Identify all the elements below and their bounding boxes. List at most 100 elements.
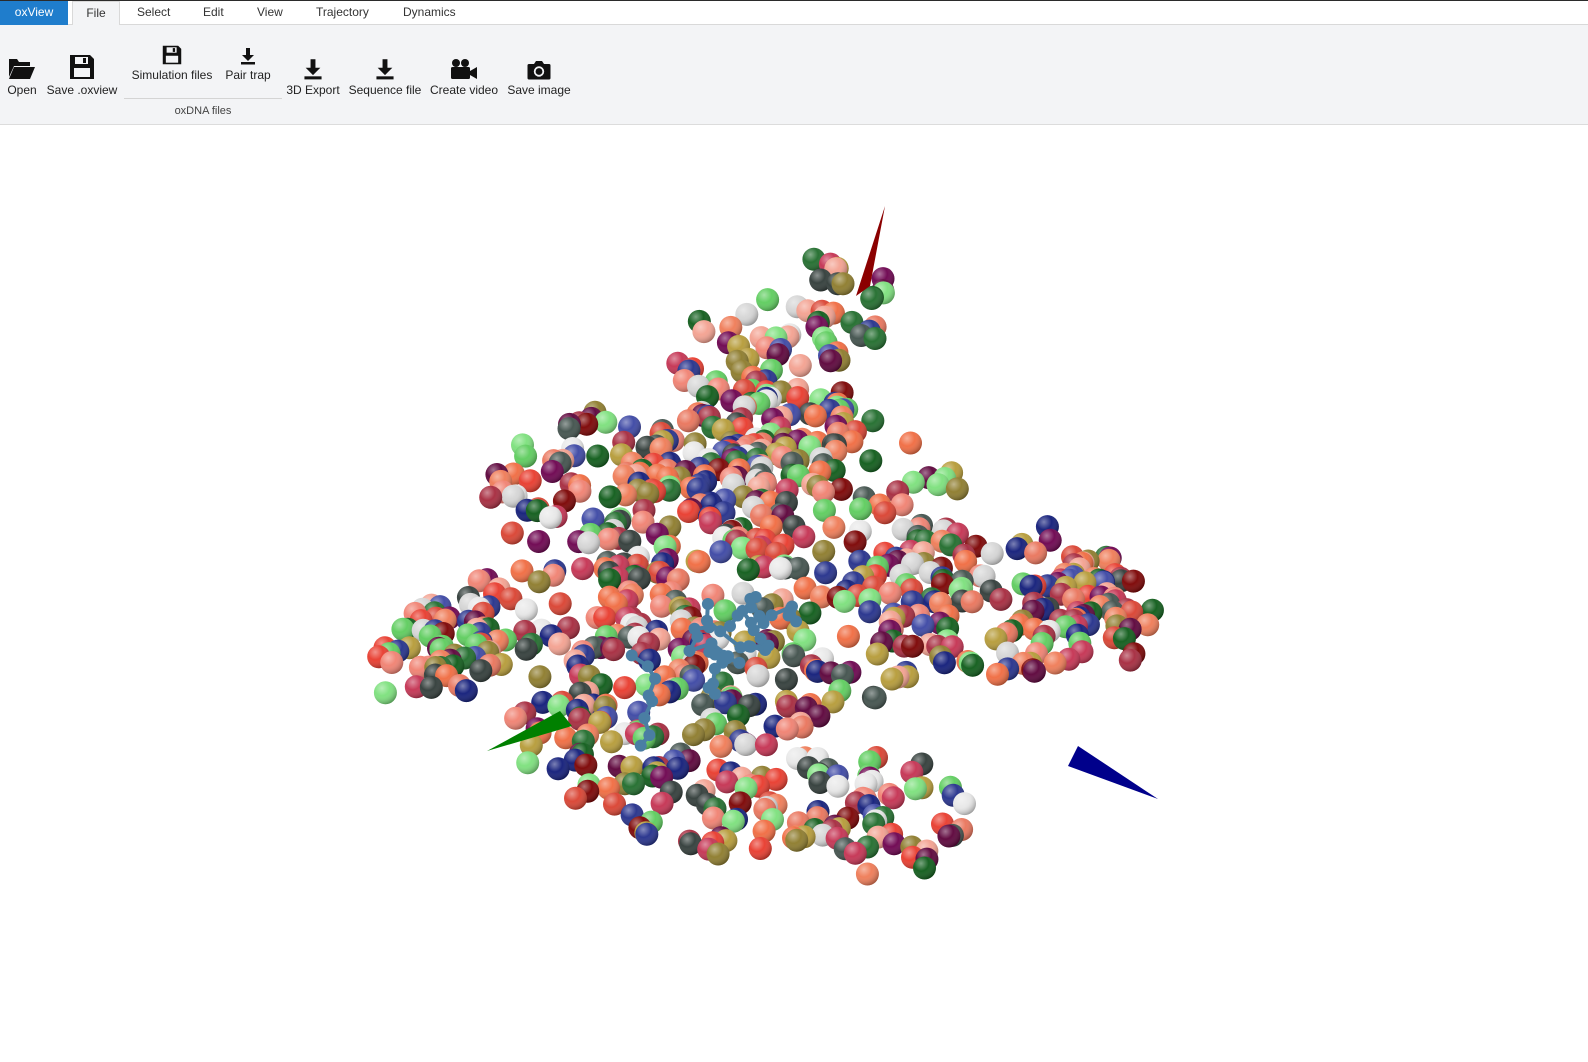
- nucleotide-bead: [769, 557, 792, 580]
- nucleotide-bead: [380, 651, 404, 674]
- 3d-export-button[interactable]: 3D Export: [286, 52, 340, 97]
- nucleotide-bead: [516, 751, 540, 775]
- backbone-node: [757, 617, 770, 630]
- nucleotide-bead: [574, 753, 598, 777]
- open-label: Open: [7, 83, 37, 97]
- create-video-button[interactable]: Create video: [430, 52, 498, 97]
- nucleotide-beads: [367, 247, 1164, 886]
- nucleotide-bead: [822, 515, 846, 539]
- backbone-node: [733, 656, 746, 669]
- nucleotide-bead: [1022, 659, 1046, 683]
- nucleotide-bead: [774, 668, 798, 691]
- nucleotide-bead: [989, 587, 1013, 611]
- nucleotide-bead: [734, 733, 758, 756]
- nucleotide-bead: [831, 272, 855, 296]
- nucleotide-bead: [863, 686, 887, 710]
- download-icon: [241, 43, 255, 65]
- backbone-node: [708, 662, 721, 675]
- nucleotide-bead: [539, 506, 563, 529]
- backbone-node: [724, 620, 736, 633]
- nucleotide-bead: [913, 856, 936, 880]
- download-icon: [376, 52, 394, 80]
- nucleotide-bead: [932, 651, 956, 675]
- nucleotide-bead: [858, 600, 882, 624]
- nucleotide-bead: [754, 733, 778, 757]
- save-image-button[interactable]: Save image: [506, 52, 572, 97]
- nucleotide-bead: [1121, 569, 1145, 593]
- nucleotide-bead: [701, 806, 725, 830]
- nucleotide-bead: [785, 828, 809, 852]
- nucleotide-bead: [937, 824, 961, 848]
- nucleotide-bead: [826, 774, 850, 798]
- nucleotide-bead: [859, 449, 883, 473]
- backbone-node: [649, 672, 662, 685]
- tab-view[interactable]: View: [257, 1, 283, 25]
- backbone-node: [691, 630, 704, 643]
- nucleotide-bead: [706, 842, 730, 866]
- nucleotide-bead: [878, 581, 902, 605]
- nucleotide-bead: [548, 592, 572, 616]
- app-brand-tab[interactable]: oxView: [0, 1, 68, 25]
- nucleotide-bead: [709, 540, 733, 564]
- group-divider: [124, 98, 282, 99]
- nucleotide-bead: [571, 557, 595, 581]
- nucleotide-bead: [479, 485, 503, 509]
- open-button[interactable]: Open: [6, 52, 38, 97]
- nucleotide-bead: [880, 667, 904, 691]
- nucleotide-bead: [865, 642, 889, 666]
- nucleotide-bead: [540, 460, 564, 483]
- backbone-node: [703, 621, 716, 634]
- nucleotide-bead: [756, 288, 780, 312]
- tab-dynamics[interactable]: Dynamics: [403, 1, 456, 25]
- simulation-files-button[interactable]: Simulation files: [131, 43, 213, 82]
- nucleotide-bead: [613, 676, 637, 700]
- nucleotide-bead: [527, 530, 551, 553]
- nucleotide-bead: [849, 497, 872, 521]
- nucleotide-bead: [881, 786, 905, 810]
- nucleotide-bead: [622, 772, 645, 796]
- tab-select[interactable]: Select: [137, 1, 170, 25]
- nucleotide-bead: [945, 477, 969, 501]
- backbone-node: [744, 640, 757, 653]
- nucleotide-bead: [855, 862, 879, 886]
- nucleotide-bead: [514, 598, 538, 622]
- nucleotide-bead: [564, 786, 587, 810]
- sequence-file-button[interactable]: Sequence file: [348, 52, 422, 97]
- nucleotide-bead: [692, 320, 716, 344]
- oxdna-files-group-label: oxDNA files: [174, 105, 232, 117]
- nucleotide-bead: [788, 354, 812, 377]
- nucleotide-bead: [514, 637, 538, 661]
- nucleotide-bead: [598, 485, 622, 509]
- video-camera-icon: [450, 52, 478, 80]
- nucleotide-bead: [557, 417, 581, 441]
- nucleotide-bead: [1024, 541, 1048, 565]
- nucleotide-bead: [953, 792, 976, 816]
- molecule-scene[interactable]: [0, 126, 1588, 1057]
- camera-icon: [527, 52, 551, 80]
- sequence-file-label: Sequence file: [348, 83, 422, 97]
- nucleotide-bead: [635, 822, 659, 846]
- nucleotide-bead: [899, 431, 922, 455]
- nucleotide-bead: [986, 662, 1009, 686]
- nucleotide-bead: [843, 841, 867, 865]
- save-oxview-button[interactable]: Save .oxview: [46, 52, 118, 97]
- axis-arrow-x: [1068, 746, 1158, 799]
- nucleotide-bead: [597, 527, 621, 551]
- nucleotide-bead: [843, 530, 867, 554]
- 3d-viewport[interactable]: [0, 126, 1588, 1057]
- tab-trajectory[interactable]: Trajectory: [316, 1, 369, 25]
- nucleotide-bead: [687, 550, 711, 574]
- tab-edit[interactable]: Edit: [203, 1, 224, 25]
- backbone-node: [731, 609, 744, 622]
- pair-trap-label: Pair trap: [225, 68, 271, 82]
- nucleotide-bead: [602, 638, 626, 662]
- simulation-files-label: Simulation files: [131, 68, 213, 82]
- pair-trap-button[interactable]: Pair trap: [224, 43, 272, 82]
- tab-file[interactable]: File: [72, 1, 120, 26]
- backbone-node: [744, 592, 757, 605]
- nucleotide-bead: [677, 500, 701, 523]
- nucleotide-bead: [527, 570, 551, 594]
- nucleotide-bead: [748, 837, 772, 860]
- backbone-node: [709, 687, 721, 700]
- nucleotide-bead: [373, 681, 397, 705]
